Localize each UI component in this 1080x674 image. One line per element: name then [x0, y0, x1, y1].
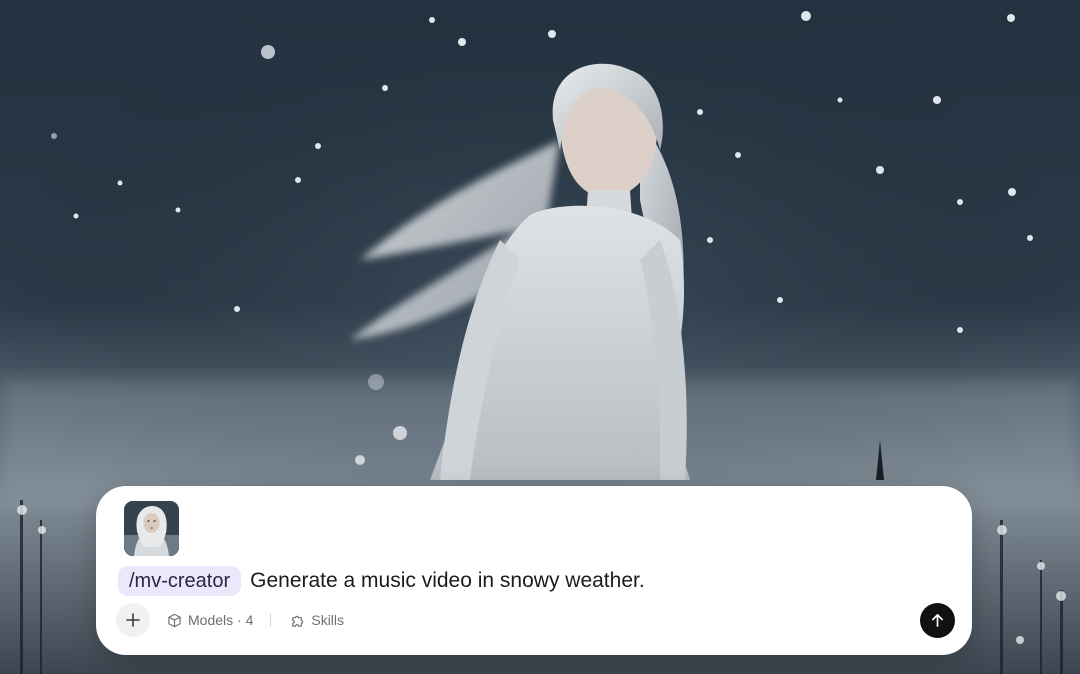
models-selector[interactable]: Models · 4: [167, 612, 253, 628]
prompt-composer[interactable]: /mv-creator Generate a music video in sn…: [96, 486, 972, 655]
cube-icon: [168, 613, 181, 627]
skills-label: Skills: [311, 612, 345, 628]
send-button[interactable]: [920, 603, 955, 638]
add-button[interactable]: [116, 603, 150, 637]
skills-selector[interactable]: Skills: [290, 612, 344, 628]
portrait-thumbnail-icon: [124, 501, 179, 556]
prompt-text[interactable]: Generate a music video in snowy weather.: [250, 569, 645, 593]
toolbar-divider: [270, 613, 272, 627]
prompt-input[interactable]: /mv-creator Generate a music video in sn…: [118, 566, 645, 596]
puzzle-icon: [292, 615, 304, 627]
attached-image-thumbnail[interactable]: [124, 501, 179, 556]
skill-command-chip[interactable]: /mv-creator: [118, 566, 242, 596]
models-label: Models · 4: [188, 612, 254, 628]
arrow-up-icon: [931, 614, 944, 627]
plus-icon: [126, 613, 140, 627]
composer-toolbar: Models · 4 Skills: [116, 603, 344, 637]
app-stage: /mv-creator Generate a music video in sn…: [0, 0, 1080, 674]
